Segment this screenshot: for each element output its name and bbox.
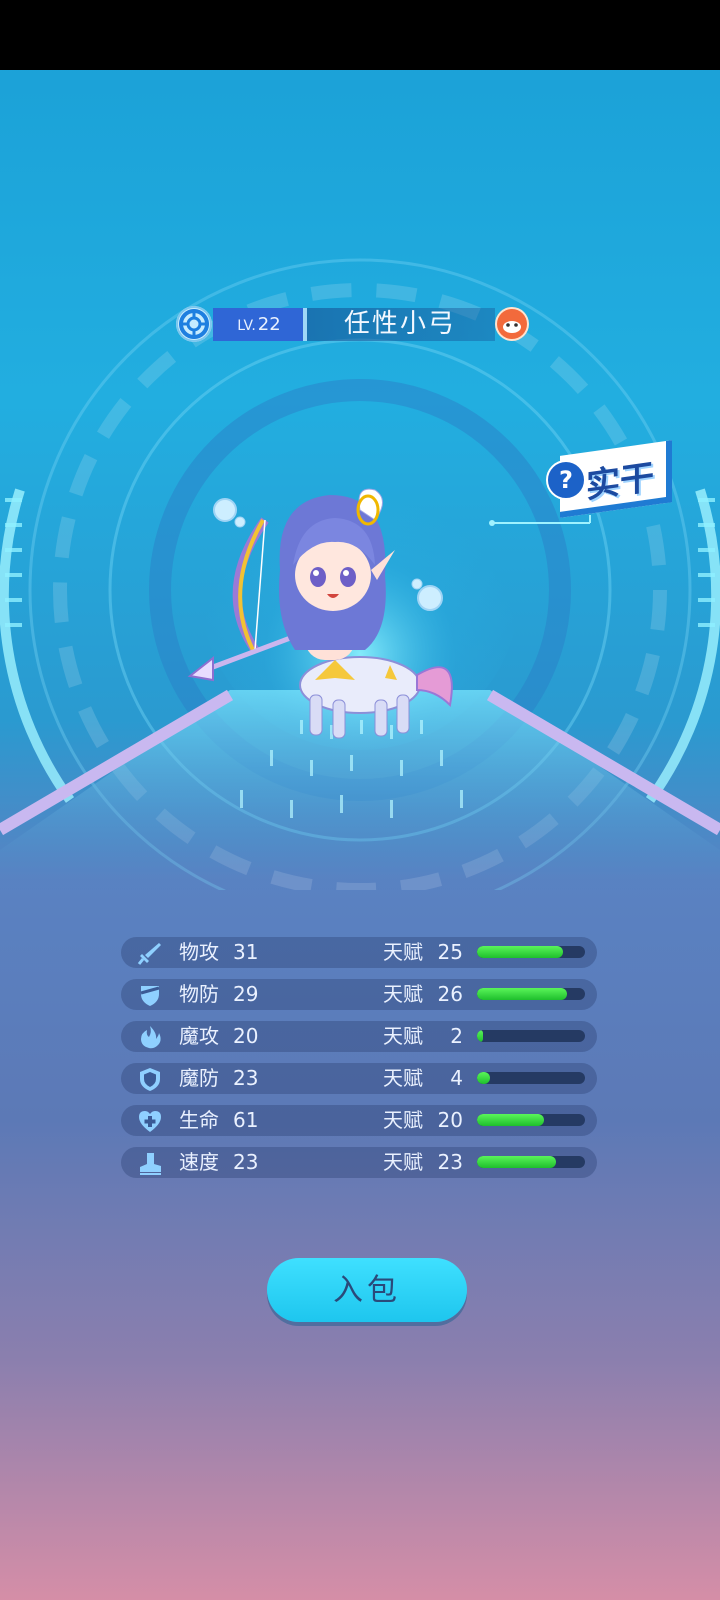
talent-bar <box>477 1114 585 1126</box>
talent-value: 4 <box>450 1066 463 1090</box>
boot-icon <box>140 1153 161 1175</box>
talent-bar-fill <box>477 988 567 1000</box>
talent-bar-fill <box>477 1072 490 1084</box>
talent-bar <box>477 1156 585 1168</box>
shield-icon <box>140 1068 160 1091</box>
talent-label: 天赋 <box>383 940 423 964</box>
level-prefix: LV. <box>237 318 256 334</box>
stat-name: 魔攻 <box>179 1024 219 1048</box>
talent-value: 23 <box>437 1150 463 1174</box>
flame-icon <box>141 1026 161 1049</box>
stat-name: 魔防 <box>179 1066 219 1090</box>
element-water-icon[interactable] <box>176 306 212 342</box>
stat-row-defense: 物防 29 天赋 26 <box>121 979 597 1010</box>
pet-face-icon[interactable] <box>494 306 530 342</box>
stat-value: 61 <box>233 1108 259 1132</box>
talent-bar-fill <box>477 1030 484 1042</box>
talent-bar-fill <box>477 1156 556 1168</box>
talent-bar <box>477 1072 585 1084</box>
stat-row-magic-attack: 魔攻 20 天赋 2 <box>121 1021 597 1052</box>
stat-name: 物攻 <box>179 940 219 964</box>
stat-value: 23 <box>233 1066 259 1090</box>
stat-row-speed: 速度 23 天赋 23 <box>121 1147 597 1178</box>
talent-label: 天赋 <box>383 982 423 1006</box>
stat-name: 物防 <box>179 982 219 1006</box>
heart-plus-icon <box>139 1111 161 1132</box>
stat-value: 31 <box>233 940 259 964</box>
stat-row-magic-defense: 魔防 23 天赋 4 <box>121 1063 597 1094</box>
stats-panel: 物攻 31 天赋 25 物防 29 天赋 26 魔攻 20 天赋 2 魔防 23… <box>121 937 597 1189</box>
stat-name: 速度 <box>179 1150 219 1174</box>
pet-detail-screen: LV. 22 任性小弓 实干 ? 物攻 31 天赋 25 物防 29 天赋 26… <box>0 0 720 1600</box>
talent-label: 天赋 <box>383 1108 423 1132</box>
help-icon[interactable]: ? <box>546 460 586 500</box>
talent-bar <box>477 988 585 1000</box>
talent-label: 天赋 <box>383 1024 423 1048</box>
add-to-bag-button[interactable]: 入包 <box>267 1258 467 1322</box>
status-bar <box>0 0 720 70</box>
personality-tag[interactable]: 实干 ? <box>540 440 672 518</box>
stat-value: 20 <box>233 1024 259 1048</box>
level-badge: LV. 22 <box>213 308 305 341</box>
talent-label: 天赋 <box>383 1066 423 1090</box>
stat-name: 生命 <box>179 1108 219 1132</box>
tag-pointer-line <box>489 515 591 526</box>
talent-value: 2 <box>450 1024 463 1048</box>
stat-row-attack: 物攻 31 天赋 25 <box>121 937 597 968</box>
level-value: 22 <box>257 314 281 335</box>
talent-label: 天赋 <box>383 1150 423 1174</box>
talent-bar-fill <box>477 1114 544 1126</box>
talent-bar-fill <box>477 946 564 958</box>
stat-row-hp: 生命 61 天赋 20 <box>121 1105 597 1136</box>
pet-character[interactable] <box>185 480 475 750</box>
talent-bar <box>477 1030 585 1042</box>
talent-value: 20 <box>437 1108 463 1132</box>
sword-icon <box>137 943 161 965</box>
armor-icon <box>140 986 160 1006</box>
stat-value: 29 <box>233 982 259 1006</box>
talent-value: 25 <box>437 940 463 964</box>
pet-name[interactable]: 任性小弓 <box>303 308 495 341</box>
personality-text: 实干 <box>586 457 654 507</box>
talent-bar <box>477 946 585 958</box>
pet-header: LV. 22 任性小弓 <box>176 305 530 343</box>
stat-value: 23 <box>233 1150 259 1174</box>
talent-value: 26 <box>437 982 463 1006</box>
